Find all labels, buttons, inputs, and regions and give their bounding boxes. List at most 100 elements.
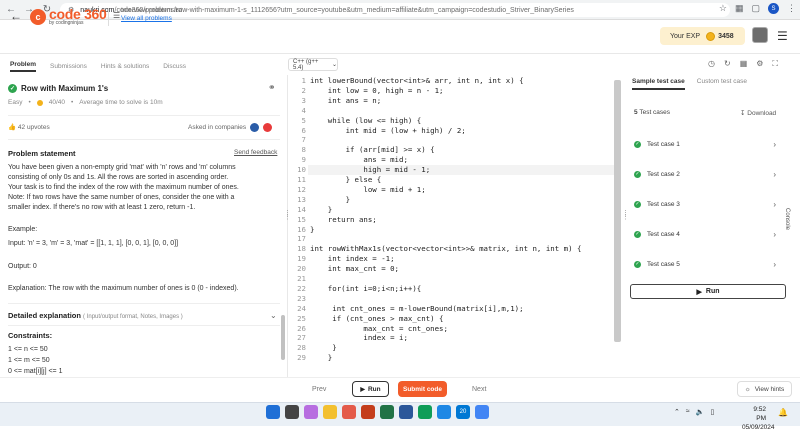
exp-badge[interactable]: Your EXP 3458 — [660, 27, 745, 45]
code-line[interactable]: int lowerBound(vector<int>& arr, int n, … — [310, 76, 524, 85]
task-view-icon[interactable] — [285, 405, 299, 419]
code-editor[interactable]: 1 int lowerBound(vector<int>& arr, int n,… — [288, 75, 621, 365]
code-line[interactable]: if (arr[mid] >= x) { — [310, 145, 435, 154]
wifi-icon[interactable]: ≈ — [686, 408, 690, 416]
view-all-problems-link[interactable]: View all problems — [121, 15, 182, 23]
layout-icon[interactable]: ▦ — [740, 59, 748, 69]
test-case-item[interactable]: ✓ Test case 3 › — [634, 197, 784, 211]
extensions-icon[interactable]: ▦ — [735, 3, 744, 14]
code-line[interactable]: int mid = (low + high) / 2; — [310, 126, 466, 135]
pass-check-icon: ✓ — [634, 200, 641, 208]
code-line[interactable]: while (low <= high) { — [310, 116, 421, 125]
tab-hints-solutions[interactable]: Hints & solutions — [101, 63, 149, 70]
code-line[interactable]: ans = mid; — [310, 155, 408, 164]
code-line[interactable]: for(int i=0;i<n;i++){ — [310, 284, 421, 293]
console-toggle[interactable]: Console — [784, 208, 790, 230]
code-line[interactable]: int low = 0, high = n - 1; — [310, 86, 444, 95]
browser-menu-icon[interactable]: ⋮ — [787, 3, 796, 14]
chevron-up-icon[interactable]: ⌃ — [674, 408, 680, 416]
tab-custom-test-case[interactable]: Custom test case — [697, 78, 747, 90]
volume-icon[interactable]: 🔈 — [696, 408, 705, 416]
copilot-icon[interactable] — [304, 405, 318, 419]
code-line[interactable]: } — [310, 353, 332, 362]
bookmark-star-icon[interactable]: ☆ — [719, 3, 727, 14]
code-line[interactable]: } — [310, 195, 350, 204]
language-select[interactable]: C++ (g++ 5.4) ⌄ — [288, 58, 338, 71]
code-line[interactable]: max_cnt = cnt_ones; — [310, 324, 448, 333]
settings-icon[interactable]: ⚙ — [756, 59, 763, 69]
app-icon[interactable] — [342, 405, 356, 419]
code-line[interactable]: int ans = n; — [310, 96, 381, 105]
resize-handle-icon[interactable]: ⋮ ⋮ — [622, 210, 629, 221]
code-line[interactable]: } — [310, 205, 332, 214]
line-number: 3 — [301, 95, 306, 105]
sidepanel-icon[interactable]: ▢ — [751, 3, 760, 14]
tab-problem[interactable]: Problem — [10, 61, 37, 72]
powerpoint-icon[interactable] — [361, 405, 375, 419]
word-icon[interactable] — [399, 405, 413, 419]
code-line[interactable]: int max_cnt = 0; — [310, 264, 399, 273]
download-button[interactable]: ↧ Download — [740, 109, 776, 117]
user-avatar[interactable] — [752, 27, 768, 43]
file-explorer-icon[interactable] — [323, 405, 337, 419]
score: 40/40 — [48, 99, 66, 106]
edge-icon[interactable] — [418, 405, 432, 419]
code360-logo[interactable]: c code 360 by codingninjas — [30, 7, 107, 26]
clock[interactable]: 9:52 PM 05/09/2024 — [742, 405, 775, 432]
code-line[interactable]: } — [310, 225, 314, 234]
code-line[interactable]: } else { — [310, 175, 382, 184]
code-line[interactable]: int rowWithMax1s(vector<vector<int>>& ma… — [310, 244, 581, 253]
prev-button[interactable]: Prev — [312, 386, 326, 393]
notification-bell-icon[interactable]: 🔔 — [778, 408, 788, 417]
profile-avatar[interactable]: S — [768, 3, 779, 14]
line-number: 20 — [297, 264, 306, 274]
battery-icon[interactable]: ▯ — [710, 408, 714, 416]
scrollbar[interactable] — [281, 315, 285, 360]
company-logo-icon[interactable] — [263, 123, 273, 132]
windows-start-icon[interactable] — [266, 405, 280, 419]
hamburger-menu-icon[interactable]: ☰ — [777, 29, 788, 43]
timer-icon[interactable]: ◷ — [708, 59, 715, 69]
reset-icon[interactable]: ↻ — [724, 59, 731, 69]
editor-scrollbar[interactable] — [614, 80, 621, 342]
run-button[interactable]: ▶ Run — [352, 381, 389, 397]
tab-submissions[interactable]: Submissions — [50, 63, 87, 70]
send-feedback-link[interactable]: Send feedback — [234, 149, 277, 156]
line-number: 9 — [301, 155, 306, 165]
share-icon[interactable]: ⚭ — [268, 82, 276, 93]
code-line[interactable]: int cnt_ones = m-lowerBound(matrix[i],m,… — [310, 304, 523, 313]
chevron-down-icon[interactable]: ⌄ — [270, 311, 277, 320]
excel-icon[interactable] — [380, 405, 394, 419]
code-line[interactable]: if (cnt_ones > max_cnt) { — [310, 314, 443, 323]
fullscreen-icon[interactable]: ⛶ — [772, 59, 778, 69]
code-line[interactable]: } — [310, 343, 336, 352]
detailed-explanation-toggle[interactable]: Detailed explanation ( Input/output form… — [8, 311, 183, 320]
line-number: 5 — [301, 115, 306, 125]
code-line[interactable]: high = mid - 1; — [310, 165, 430, 174]
code-line[interactable]: return ans; — [310, 215, 377, 224]
chevron-down-icon: ⌄ — [331, 62, 337, 68]
tab-discuss[interactable]: Discuss — [163, 63, 186, 70]
code-line[interactable]: int index = -1; — [310, 254, 395, 263]
tab-sample-test-case[interactable]: Sample test case — [632, 78, 685, 90]
back-arrow-icon[interactable]: ← — [10, 9, 22, 23]
mail-icon[interactable]: 20 — [456, 405, 470, 419]
thumbs-up-icon: 👍 — [8, 124, 17, 131]
company-logo-icon[interactable] — [250, 123, 260, 132]
code-line[interactable]: index = i; — [310, 333, 408, 342]
run-testcases-button[interactable]: ▶ Run — [630, 284, 786, 299]
view-hints-button[interactable]: ☼ View hints — [737, 381, 792, 397]
store-icon[interactable] — [437, 405, 451, 419]
submit-code-button[interactable]: Submit code — [398, 381, 447, 397]
resize-handle-icon[interactable]: ⋮ ⋮ — [284, 210, 291, 221]
test-case-item[interactable]: ✓ Test case 1 › — [634, 137, 784, 151]
test-case-item[interactable]: ✓ Test case 2 › — [634, 167, 784, 181]
upvote-count: 42 upvotes — [17, 124, 50, 131]
code-line[interactable]: low = mid + 1; — [310, 185, 425, 194]
upvote-button[interactable]: 👍 42 upvotes — [8, 123, 50, 131]
test-case-item[interactable]: ✓ Test case 5 › — [634, 257, 784, 271]
chrome-icon[interactable] — [475, 405, 489, 419]
next-button[interactable]: Next — [472, 386, 486, 393]
line-number: 4 — [301, 105, 306, 115]
test-case-item[interactable]: ✓ Test case 4 › — [634, 227, 784, 241]
